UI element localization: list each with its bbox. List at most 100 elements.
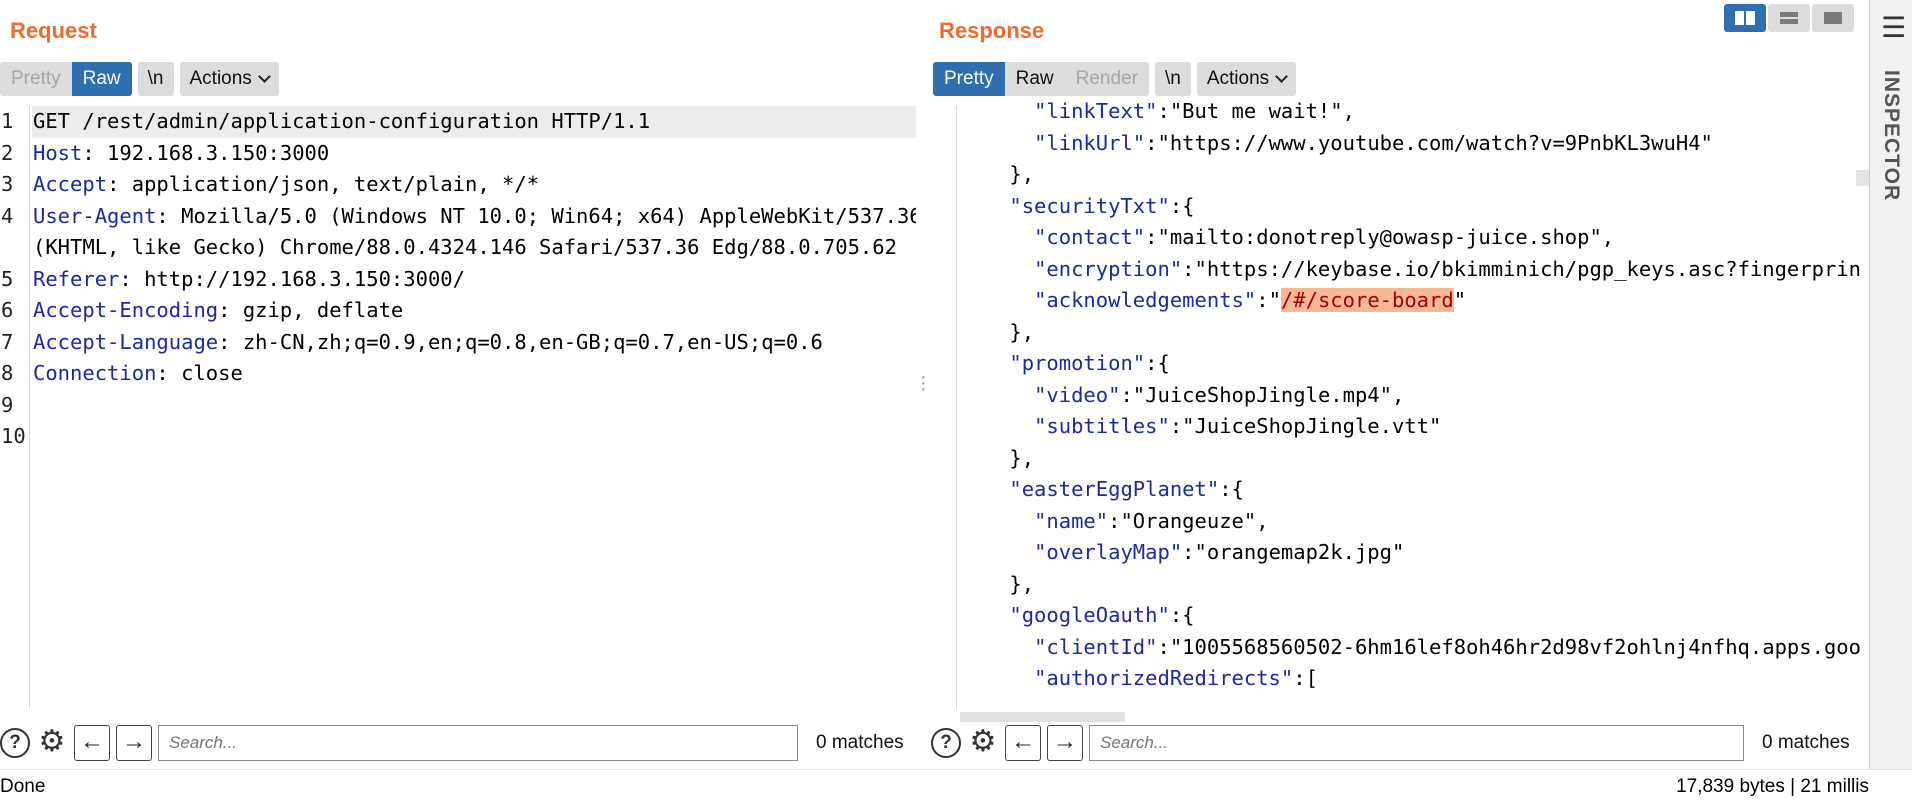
line-number: 4 [1, 203, 14, 228]
request-line: Accept-Encoding: gzip, deflate [33, 298, 404, 322]
response-line: "video":"JuiceShopJingle.mp4", [1034, 382, 1405, 407]
single-pane-icon [1824, 12, 1842, 24]
inspector-sidebar[interactable]: ☰ INSPECTOR [1869, 0, 1912, 769]
pane-divider[interactable]: · · · [916, 0, 929, 769]
response-horizontal-scrollbar[interactable] [960, 712, 1125, 722]
request-line: Accept-Language: zh-CN,zh;q=0.9,en;q=0.8… [33, 329, 823, 354]
response-line: }, [1009, 162, 1035, 186]
gear-icon[interactable]: ⚙ [36, 727, 68, 759]
response-line: "promotion":{ [1009, 351, 1170, 375]
request-line: GET /rest/admin/application-configuratio… [32, 106, 916, 138]
request-search-bar: ? ⚙ ← → 0 matches [0, 723, 916, 763]
line-number: 9 [1, 392, 14, 417]
gear-icon[interactable]: ⚙ [967, 727, 999, 759]
response-line: "easterEggPlanet":{ [1009, 477, 1244, 501]
request-line [32, 421, 916, 453]
response-line: "subtitles":"JuiceShopJingle.vtt" [1034, 414, 1442, 438]
response-line: "linkUrl":"https://www.youtube.com/watch… [1034, 130, 1713, 155]
response-tab-render[interactable]: Render [1064, 62, 1149, 96]
drag-handle-icon: · · · [920, 366, 927, 400]
line-number [0, 232, 29, 264]
line-number: 10 [1, 424, 26, 448]
request-code: GET /rest/admin/application-configuratio… [32, 106, 916, 453]
response-line: "encryption":"https://keybase.io/bkimmin… [1034, 256, 1861, 281]
response-line: "clientId":"1005568560502-6hm16lef8oh46h… [1034, 634, 1861, 659]
response-search-input[interactable] [1089, 725, 1744, 761]
response-line: }, [1009, 445, 1035, 470]
request-editor[interactable]: 1 2 3 4 5 6 7 8 9 10 GET /rest/admin/app… [0, 106, 916, 709]
response-match-count: 0 matches [1762, 732, 1850, 753]
arrow-right-icon[interactable]: → [116, 725, 152, 761]
response-actions-label: Actions [1206, 68, 1270, 89]
line-number: 1 [1, 109, 14, 133]
response-line: "linkText":"But me wait!", [1034, 99, 1355, 123]
response-tab-raw[interactable]: Raw [1004, 62, 1065, 96]
request-line: Referer: http://192.168.3.150:3000/ [33, 266, 465, 291]
line-number: 5 [1, 266, 14, 291]
line-number: 3 [1, 172, 14, 196]
menu-icon[interactable]: ☰ [1881, 14, 1906, 42]
response-stats: 17,839 bytes | 21 millis [1676, 776, 1869, 797]
layout-side-by-side-button[interactable] [1724, 4, 1766, 32]
layout-stacked-button[interactable] [1768, 4, 1810, 32]
request-line: Host: 192.168.3.150:3000 [33, 140, 330, 165]
response-line-gutter [929, 106, 957, 709]
response-line: "acknowledgements":"/#/score-board" [1034, 288, 1467, 312]
response-pane: Response Pretty Raw Render \n Actions "l… [929, 0, 1869, 769]
status-bar: Done 17,839 bytes | 21 millis [0, 769, 1912, 803]
split-rows-icon [1780, 12, 1798, 24]
help-icon[interactable]: ? [931, 728, 961, 758]
request-newline-toggle[interactable]: \n [137, 62, 174, 96]
request-actions-button[interactable]: Actions [179, 62, 279, 96]
line-number: 7 [1, 329, 14, 354]
arrow-right-icon[interactable]: → [1047, 725, 1083, 761]
arrow-left-icon[interactable]: ← [74, 725, 110, 761]
split-columns-icon [1735, 11, 1755, 25]
response-view-tabs: Pretty Raw Render [933, 62, 1149, 96]
inspector-label[interactable]: INSPECTOR [1879, 70, 1903, 201]
request-match-count: 0 matches [816, 732, 904, 753]
response-line: }, [1009, 319, 1035, 344]
request-tab-pretty[interactable]: Pretty [0, 62, 72, 96]
response-line: "googleOauth":{ [1009, 603, 1195, 627]
response-actions-button[interactable]: Actions [1196, 62, 1297, 96]
response-line: "overlayMap":"orangemap2k.jpg" [1034, 540, 1405, 564]
layout-switcher [1724, 4, 1854, 32]
response-toolbar: Pretty Raw Render \n Actions [933, 62, 1297, 96]
response-line: "authorizedRedirects":[ [1034, 666, 1318, 690]
response-line: "securityTxt":{ [1009, 193, 1195, 218]
request-toolbar: Pretty Raw \n Actions [0, 62, 279, 96]
response-line: }, [1009, 571, 1035, 596]
request-search-input[interactable] [158, 725, 798, 761]
response-editor[interactable]: "linkText":"But me wait!", "linkUrl":"ht… [929, 99, 1869, 709]
request-line: Connection: close [33, 361, 243, 385]
request-line-gutter: 1 2 3 4 5 6 7 8 9 10 [0, 106, 30, 709]
line-number: 2 [1, 140, 14, 165]
request-view-tabs: Pretty Raw [0, 62, 132, 96]
request-title: Request [10, 18, 97, 43]
response-vertical-scrollbar[interactable] [1856, 170, 1869, 186]
chevron-down-icon [1275, 70, 1289, 83]
chevron-down-icon [257, 70, 271, 83]
response-newline-toggle[interactable]: \n [1154, 62, 1191, 96]
request-line: Accept: application/json, text/plain, */… [33, 172, 540, 196]
response-line: "contact":"mailto:donotreply@owasp-juice… [1034, 225, 1615, 249]
request-pane: Request Pretty Raw \n Actions 1 2 3 4 5 … [0, 0, 916, 769]
arrow-left-icon[interactable]: ← [1005, 725, 1041, 761]
line-number: 8 [1, 361, 14, 385]
request-line: User-Agent: Mozilla/5.0 (Windows NT 10.0… [33, 203, 916, 228]
response-code: "linkText":"But me wait!", "linkUrl":"ht… [959, 96, 1869, 695]
request-line [32, 390, 916, 422]
response-title: Response [939, 18, 1045, 43]
search-highlight: /#/score-board [1280, 288, 1454, 312]
request-actions-label: Actions [189, 68, 252, 89]
request-line: (KHTML, like Gecko) Chrome/88.0.4324.146… [33, 235, 897, 259]
line-number: 6 [1, 298, 14, 322]
response-tab-pretty[interactable]: Pretty [933, 62, 1005, 96]
response-search-bar: ? ⚙ ← → 0 matches [931, 723, 1869, 763]
response-line: "name":"Orangeuze", [1034, 508, 1269, 533]
help-icon[interactable]: ? [0, 728, 30, 758]
status-text: Done [0, 776, 46, 797]
layout-tabs-button[interactable] [1812, 4, 1854, 32]
request-tab-raw[interactable]: Raw [71, 62, 132, 96]
